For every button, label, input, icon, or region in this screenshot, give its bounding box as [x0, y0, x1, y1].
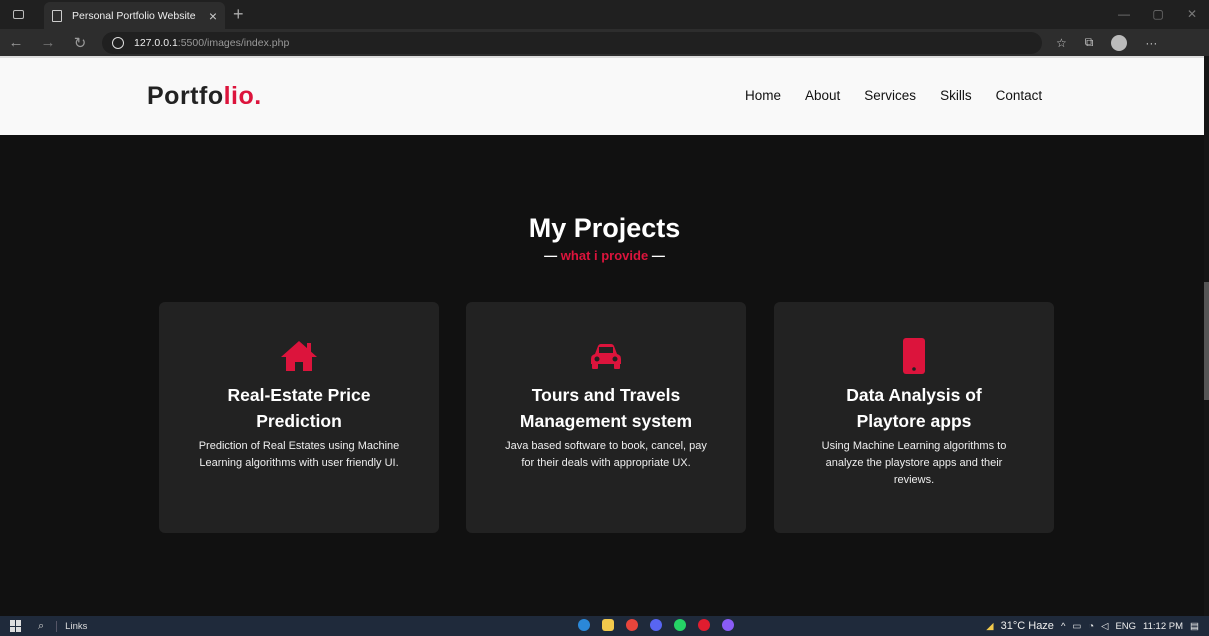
project-card[interactable]: Data Analysis of Playtore apps Using Mac… — [774, 302, 1054, 533]
project-description: Java based software to book, cancel, pay… — [505, 440, 707, 469]
project-card[interactable]: Tours and Travels Management system Java… — [466, 302, 746, 533]
tab-actions-icon[interactable] — [13, 10, 24, 19]
back-icon[interactable]: ← — [0, 34, 32, 51]
page-icon — [52, 9, 62, 22]
address-bar[interactable]: 127.0.0.1:5500/images/index.php — [102, 31, 1042, 54]
project-card[interactable]: Real-Estate Price Prediction Prediction … — [159, 302, 439, 533]
close-window-icon[interactable]: ✕ — [1175, 0, 1209, 29]
tab-title: Personal Portfolio Website — [72, 9, 196, 22]
nav-link-skills[interactable]: Skills — [940, 88, 972, 103]
nav-link-about[interactable]: About — [805, 88, 840, 103]
logo-accent: lio. — [223, 82, 262, 110]
collections-icon[interactable]: ⧉ — [1085, 35, 1094, 50]
nav-link-home[interactable]: Home — [745, 88, 781, 103]
windows-start-icon[interactable] — [10, 620, 22, 632]
language-indicator[interactable]: ENG — [1115, 621, 1136, 632]
new-tab-button[interactable]: + — [233, 4, 244, 25]
file-explorer-icon[interactable] — [602, 619, 614, 631]
url-path: :5500/images/index.php — [177, 36, 290, 49]
project-description: Using Machine Learning algorithms to ana… — [821, 440, 1007, 486]
search-icon[interactable]: ⌕ — [38, 620, 44, 633]
nav-link-services[interactable]: Services — [864, 88, 916, 103]
scrollbar-thumb[interactable] — [1204, 282, 1209, 400]
web-page: Portfolio. Home About Services Skills Co… — [0, 56, 1209, 616]
project-title: Tours and Travels Management system — [519, 385, 693, 431]
more-icon[interactable]: ··· — [1145, 36, 1157, 50]
edge-icon[interactable] — [578, 619, 590, 631]
url-host: 127.0.0.1 — [134, 36, 178, 49]
project-title: Data Analysis of Playtore apps — [846, 385, 982, 431]
pinned-apps — [578, 619, 734, 631]
weather-text[interactable]: 31°C Haze — [1001, 620, 1054, 632]
whatsapp-icon[interactable] — [674, 619, 686, 631]
globe-icon — [112, 36, 124, 49]
chevron-up-icon[interactable]: ^ — [1061, 621, 1065, 632]
favorites-icon[interactable]: ☆ — [1056, 36, 1067, 50]
os-taskbar: ⌕ Links ◢ 31°C Haze ^ ▭ ◔ ◁ ENG 11:12 PM… — [0, 616, 1209, 636]
window-controls: — ▢ ✕ — [1107, 0, 1209, 29]
minimize-icon[interactable]: — — [1107, 0, 1141, 29]
project-title: Real-Estate Price Prediction — [227, 385, 371, 431]
chrome-icon[interactable] — [626, 619, 638, 631]
browser-titlebar: Personal Portfolio Website × + — ▢ ✕ — [0, 0, 1209, 29]
tab-close-icon[interactable]: × — [209, 8, 217, 24]
github-desktop-icon[interactable] — [722, 619, 734, 631]
notifications-icon[interactable]: ▤ — [1190, 621, 1199, 632]
project-description: Prediction of Real Estates using Machine… — [198, 440, 400, 469]
opera-icon[interactable] — [698, 619, 710, 631]
links-toolbar[interactable]: Links — [56, 620, 87, 632]
weather-icon: ◢ — [986, 620, 994, 632]
logo-main: Portfo — [147, 82, 224, 110]
mobile-icon — [774, 336, 1054, 376]
forward-icon[interactable]: → — [32, 34, 64, 51]
browser-tab[interactable]: Personal Portfolio Website × — [44, 2, 225, 29]
section-title: My Projects — [528, 213, 681, 243]
site-navbar: Portfolio. Home About Services Skills Co… — [0, 56, 1209, 135]
clock[interactable]: 11:12 PM — [1143, 621, 1183, 632]
site-logo[interactable]: Portfolio. — [147, 82, 262, 111]
network-icon[interactable]: ◔ — [1088, 621, 1094, 632]
restore-icon[interactable]: ▢ — [1141, 0, 1175, 29]
house-icon — [159, 336, 439, 376]
discord-icon[interactable] — [650, 619, 662, 631]
volume-icon[interactable]: ◁ — [1101, 621, 1108, 632]
profile-avatar[interactable] — [1111, 34, 1128, 51]
nav-menu: Home About Services Skills Contact — [745, 88, 1042, 103]
browser-toolbar: ← → ↻ 127.0.0.1:5500/images/index.php ☆ … — [0, 29, 1209, 56]
car-icon — [466, 336, 746, 376]
refresh-icon[interactable]: ↻ — [64, 34, 96, 52]
battery-icon[interactable]: ▭ — [1072, 621, 1081, 632]
nav-link-contact[interactable]: Contact — [996, 88, 1043, 103]
section-subtitle: — what i provide — — [544, 248, 665, 263]
system-tray: ◢ 31°C Haze ^ ▭ ◔ ◁ ENG 11:12 PM ▤ — [986, 616, 1199, 636]
